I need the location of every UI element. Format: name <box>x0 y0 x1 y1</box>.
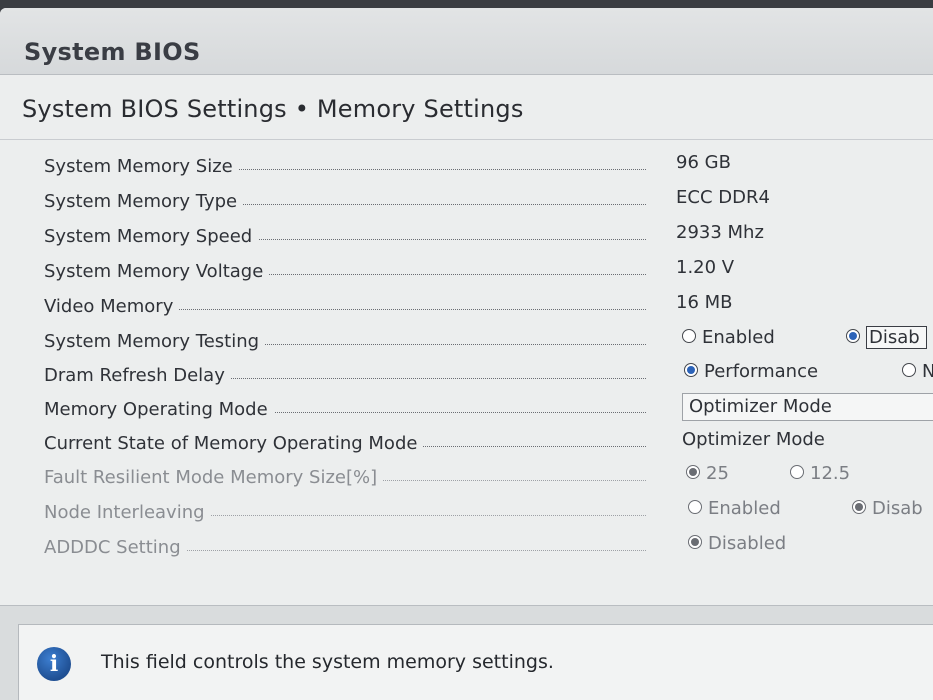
radio-label: Disab <box>866 326 927 349</box>
setting-value: 16 MB <box>676 292 733 313</box>
setting-row-current-memory-mode: Current State of Memory Operating Mode O… <box>0 429 933 463</box>
radio-label: Performance <box>704 361 819 382</box>
radio-button-selected-icon[interactable] <box>684 363 698 377</box>
radio-button-selected-icon <box>688 535 702 549</box>
setting-label: Video Memory <box>44 296 180 317</box>
radio-disabled[interactable]: Disab <box>846 326 927 349</box>
radio-label: Disab <box>872 498 923 519</box>
setting-label: System Memory Voltage <box>44 261 270 282</box>
settings-panel: System BIOS Settings • Memory Settings S… <box>0 75 933 605</box>
radio-label: 25 <box>706 463 729 484</box>
radio-label: N <box>922 361 933 382</box>
radio-button-selected-icon <box>852 500 866 514</box>
radio-25: 25 <box>686 463 729 484</box>
setting-row-memory-speed: System Memory Speed 2933 Mhz <box>0 222 933 256</box>
setting-label: Memory Operating Mode <box>44 399 274 420</box>
setting-value: 96 GB <box>676 152 731 173</box>
setting-label: Current State of Memory Operating Mode <box>44 433 424 454</box>
radio-12-5: 12.5 <box>790 463 850 484</box>
setting-value: Optimizer Mode <box>682 429 825 450</box>
setting-label: Node Interleaving <box>44 502 211 523</box>
radio-button-icon <box>688 500 702 514</box>
bios-window: System BIOS System BIOS Settings • Memor… <box>0 8 933 700</box>
radio-button-icon[interactable] <box>682 329 696 343</box>
setting-value: 1.20 V <box>676 257 735 278</box>
help-panel: i This field controls the system memory … <box>0 605 933 700</box>
radio-button-selected-icon[interactable] <box>846 329 860 343</box>
app-title: System BIOS <box>24 38 201 66</box>
radio-button-icon[interactable] <box>902 363 916 377</box>
setting-row-node-interleaving: Node Interleaving Enabled Disab <box>0 498 933 532</box>
setting-label: System Memory Type <box>44 191 244 212</box>
info-icon: i <box>37 647 71 681</box>
radio-performance[interactable]: Performance <box>684 361 818 382</box>
setting-row-dram-refresh-delay: Dram Refresh Delay Performance N <box>0 361 933 395</box>
breadcrumb: System BIOS Settings • Memory Settings <box>22 95 524 123</box>
setting-row-memory-voltage: System Memory Voltage 1.20 V <box>0 257 933 291</box>
setting-row-adddc: ADDDC Setting Disabled <box>0 533 933 567</box>
radio-button-selected-icon <box>686 465 700 479</box>
help-box: i This field controls the system memory … <box>18 624 933 700</box>
setting-row-video-memory: Video Memory 16 MB <box>0 292 933 326</box>
radio-enabled[interactable]: Enabled <box>682 327 775 348</box>
radio-label: Enabled <box>708 498 781 519</box>
memory-operating-mode-select[interactable]: Optimizer Mode <box>682 393 933 421</box>
setting-value: 2933 Mhz <box>676 222 764 243</box>
radio-enabled: Enabled <box>688 498 781 519</box>
setting-label: System Memory Speed <box>44 226 259 247</box>
radio-disabled: Disab <box>852 498 923 519</box>
radio-other[interactable]: N <box>902 361 933 382</box>
setting-label: ADDDC Setting <box>44 537 187 558</box>
radio-disabled: Disabled <box>688 533 786 554</box>
setting-row-memory-operating-mode: Memory Operating Mode Optimizer Mode <box>0 393 933 429</box>
setting-row-memory-size: System Memory Size 96 GB <box>0 152 933 186</box>
radio-label: 12.5 <box>810 463 851 484</box>
setting-row-memory-testing: System Memory Testing Enabled Disab <box>0 326 933 361</box>
help-text: This field controls the system memory se… <box>101 651 554 673</box>
radio-label: Disabled <box>708 533 787 554</box>
divider <box>0 139 933 140</box>
title-bar: System BIOS <box>0 8 933 75</box>
radio-button-icon <box>790 465 804 479</box>
radio-label: Enabled <box>702 327 775 348</box>
setting-label: System Memory Testing <box>44 331 266 352</box>
setting-row-fault-resilient-size: Fault Resilient Mode Memory Size[%] 25 1… <box>0 463 933 497</box>
setting-label: Fault Resilient Mode Memory Size[%] <box>44 467 384 488</box>
setting-row-memory-type: System Memory Type ECC DDR4 <box>0 187 933 221</box>
setting-label: Dram Refresh Delay <box>44 365 231 386</box>
setting-label: System Memory Size <box>44 156 239 177</box>
setting-value: ECC DDR4 <box>676 187 770 208</box>
